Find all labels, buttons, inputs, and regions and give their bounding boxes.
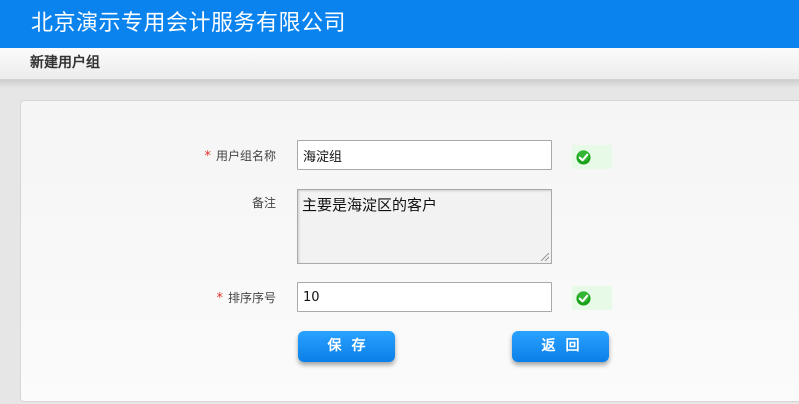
remark-textarea[interactable]: 主要是海淀区的客户: [297, 189, 552, 264]
required-mark: *: [216, 291, 223, 306]
save-button[interactable]: 保存: [298, 331, 395, 362]
required-mark: *: [204, 149, 211, 164]
header-shadow: [0, 80, 799, 88]
group-name-label: * 用户组名称: [196, 148, 276, 165]
group-name-valid-badge: [572, 145, 612, 169]
sort-order-label: * 排序序号: [206, 290, 276, 307]
check-icon: [576, 291, 591, 306]
sort-order-input[interactable]: [297, 282, 552, 312]
sort-order-valid-badge: [572, 286, 612, 310]
back-button[interactable]: 返回: [512, 331, 609, 362]
app-title: 北京演示专用会计服务有限公司: [31, 11, 347, 36]
app-header: 北京演示专用会计服务有限公司: [0, 0, 799, 48]
page-title: 新建用户组: [30, 55, 100, 71]
group-name-input[interactable]: [297, 140, 552, 170]
page-header: 新建用户组: [0, 48, 799, 80]
remark-label: 备注: [251, 196, 276, 210]
sort-order-label-text: 排序序号: [227, 291, 276, 305]
group-name-label-text: 用户组名称: [215, 149, 276, 163]
resize-handle[interactable]: [541, 253, 549, 261]
check-icon: [576, 150, 591, 165]
